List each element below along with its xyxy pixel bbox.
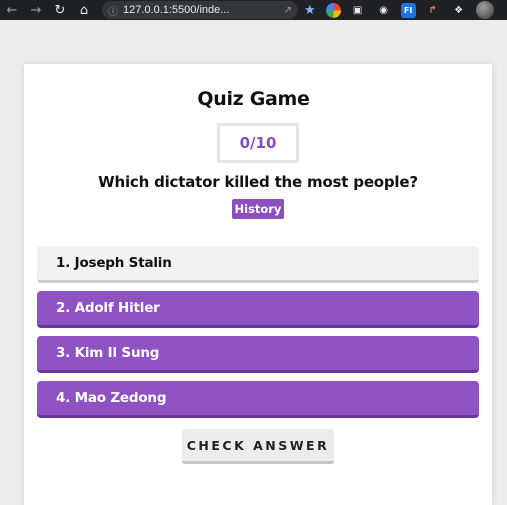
check-answer-label: CHECK ANSWER bbox=[186, 437, 330, 453]
answer-option-1[interactable]: 1. Joseph Stalin bbox=[37, 246, 479, 283]
puzzle-extensions-icon[interactable]: ❖ bbox=[450, 1, 468, 19]
fi-extension-icon[interactable]: FI bbox=[400, 2, 416, 18]
back-icon[interactable]: ← bbox=[0, 0, 24, 20]
info-icon[interactable]: ⓘ bbox=[108, 3, 118, 18]
screenshot-extension-icon[interactable]: ▣ bbox=[349, 1, 367, 19]
url-text: 127.0.0.1:5500/inde... bbox=[123, 4, 230, 16]
answer-options: 1. Joseph Stalin 2. Adolf Hitler 3. Kim … bbox=[37, 246, 479, 426]
browser-toolbar: ← → ↻ ⌂ ⓘ 127.0.0.1:5500/inde... ↗ ★ ▣ ◉… bbox=[0, 0, 507, 20]
question-text: Which dictator killed the most people? bbox=[98, 173, 418, 191]
camera-extension-icon[interactable]: ◉ bbox=[375, 1, 393, 19]
profile-avatar[interactable] bbox=[475, 1, 494, 19]
score-text: 0/10 bbox=[239, 134, 277, 152]
home-icon[interactable]: ⌂ bbox=[72, 0, 96, 20]
arrow-extension-icon[interactable]: ↱ bbox=[424, 1, 442, 19]
answer-option-label: 1. Joseph Stalin bbox=[56, 255, 172, 271]
extensions-bar: ▣ ◉ FI ↱ ❖ bbox=[325, 1, 502, 19]
reload-icon[interactable]: ↻ bbox=[48, 0, 72, 20]
answer-option-4[interactable]: 4. Mao Zedong bbox=[37, 381, 479, 418]
answer-option-label: 2. Adolf Hitler bbox=[56, 300, 160, 316]
address-bar[interactable]: ⓘ 127.0.0.1:5500/inde... ↗ bbox=[102, 1, 298, 19]
bookmark-star-icon[interactable]: ★ bbox=[304, 3, 316, 18]
share-icon[interactable]: ↗ bbox=[284, 5, 292, 16]
page-title: Quiz Game bbox=[197, 88, 310, 110]
check-answer-button[interactable]: CHECK ANSWER bbox=[182, 429, 334, 464]
answer-option-label: 3. Kim Il Sung bbox=[56, 345, 160, 361]
answer-option-label: 4. Mao Zedong bbox=[56, 390, 167, 406]
answer-option-3[interactable]: 3. Kim Il Sung bbox=[37, 336, 479, 373]
category-badge: History bbox=[232, 199, 284, 219]
color-wheel-extension-icon[interactable] bbox=[325, 2, 341, 18]
answer-option-2[interactable]: 2. Adolf Hitler bbox=[37, 291, 479, 328]
forward-icon[interactable]: → bbox=[24, 0, 48, 20]
score-counter: 0/10 bbox=[217, 123, 299, 163]
